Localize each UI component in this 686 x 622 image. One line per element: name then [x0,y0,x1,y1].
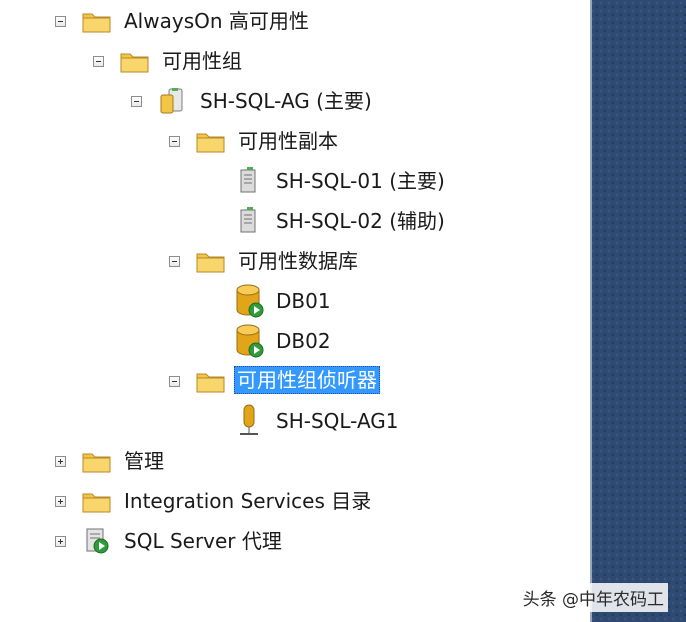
tree-item-replica-primary[interactable]: SH-SQL-01 (主要) [276,168,445,194]
collapse-toggle-alwayson[interactable] [55,16,66,27]
availability-group-icon [160,88,183,114]
expand-toggle-management[interactable] [55,456,66,467]
collapse-toggle-listeners[interactable] [169,376,180,387]
tree-item-ag[interactable]: SH-SQL-AG (主要) [200,88,372,114]
folder-icon [196,133,225,153]
folder-icon [82,493,111,513]
folder-icon [120,53,149,73]
server-replica-icon [240,207,256,233]
collapse-toggle-databases[interactable] [169,256,180,267]
tree-item-alwayson[interactable]: AlwaysOn 高可用性 [124,8,309,34]
listener-icon [240,404,258,435]
tree-item-replica-secondary[interactable]: SH-SQL-02 (辅助) [276,208,445,234]
database-icon [236,324,264,358]
tree-item-availability-groups[interactable]: 可用性组 [162,48,242,74]
tree-item-db01[interactable]: DB01 [276,288,331,314]
server-replica-icon [240,167,256,193]
tree-item-integration-services[interactable]: Integration Services 目录 [124,488,371,514]
tree-item-sql-server-agent[interactable]: SQL Server 代理 [124,528,282,554]
folder-icon [196,373,225,393]
background-panel [590,0,686,622]
tree-item-listener[interactable]: SH-SQL-AG1 [276,408,399,434]
folder-icon [82,453,111,473]
watermark-text: 头条 @中年农码工 [518,583,668,612]
collapse-toggle-replicas[interactable] [169,136,180,147]
tree-item-replicas[interactable]: 可用性副本 [238,128,338,154]
sql-agent-icon [86,528,109,554]
tree-item-db02[interactable]: DB02 [276,328,331,354]
collapse-toggle-ag[interactable] [131,96,142,107]
collapse-toggle-availability-groups[interactable] [93,56,104,67]
tree-item-listeners[interactable]: 可用性组侦听器 [234,366,380,394]
database-icon [236,284,264,318]
expand-toggle-integration-services[interactable] [55,496,66,507]
folder-icon [196,253,225,273]
object-explorer-tree: AlwaysOn 高可用性 可用性组 SH-SQL-AG (主要) 可用性副本 … [0,0,590,622]
tree-item-management[interactable]: 管理 [124,448,164,474]
expand-toggle-sql-agent[interactable] [55,536,66,547]
tree-item-databases[interactable]: 可用性数据库 [238,248,358,274]
folder-icon [82,13,111,33]
